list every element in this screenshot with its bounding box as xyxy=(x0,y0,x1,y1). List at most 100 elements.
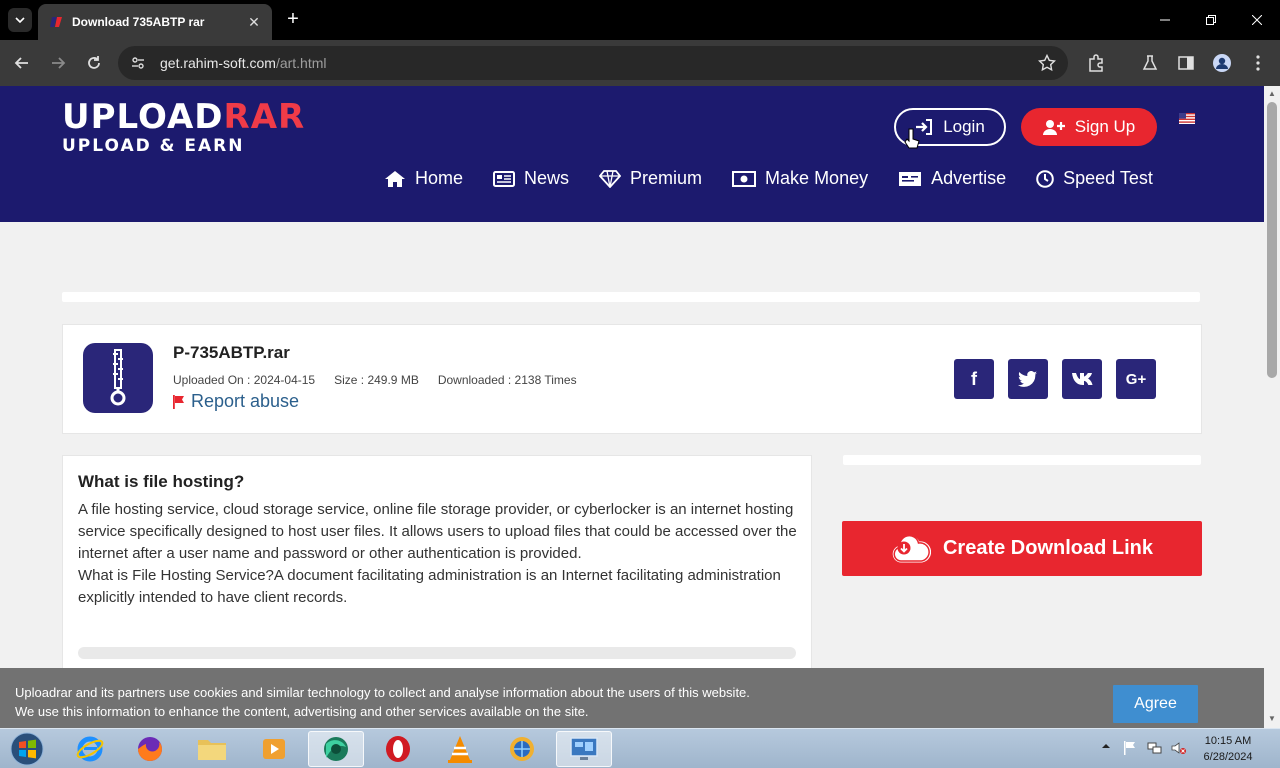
file-size: Size : 249.9 MB xyxy=(334,373,419,387)
share-google-plus-button[interactable]: G+ xyxy=(1116,359,1156,399)
show-hidden-icons-icon[interactable] xyxy=(1101,741,1111,751)
user-plus-icon xyxy=(1042,120,1065,135)
nav-premium[interactable]: Premium xyxy=(599,168,702,189)
page-viewport: UPLOADRAR UPLOAD & EARN Login Sign Up Ho… xyxy=(0,86,1264,728)
upload-date: Uploaded On : 2024-04-15 xyxy=(173,373,316,387)
taskbar-media-player[interactable] xyxy=(246,731,302,767)
scrollbar-thumb[interactable] xyxy=(1267,102,1277,378)
restore-button[interactable] xyxy=(1188,0,1234,40)
share-vk-button[interactable] xyxy=(1062,359,1102,399)
browser-tab-bar: Download 735ABTP rar ✕ + xyxy=(0,0,1280,40)
nav-advertise-label: Advertise xyxy=(931,168,1007,188)
folder-icon xyxy=(198,740,226,760)
labs-button[interactable] xyxy=(1138,51,1162,75)
url-text: get.rahim-soft.com/art.html xyxy=(160,55,327,71)
firefox-icon xyxy=(138,737,162,761)
site-favicon-icon xyxy=(50,17,62,27)
nav-home[interactable]: Home xyxy=(384,168,463,189)
back-button[interactable] xyxy=(10,51,34,75)
logo-wordmark: UPLOADRAR xyxy=(62,97,306,137)
globe-gear-icon xyxy=(510,737,534,761)
bookmark-star-icon[interactable] xyxy=(1038,54,1056,72)
clock-time: 10:15 AM xyxy=(1204,735,1252,747)
url-path: /art.html xyxy=(275,55,327,71)
logo-tagline: UPLOAD & EARN xyxy=(62,136,245,156)
newspaper-icon xyxy=(493,170,516,187)
scroll-down-icon[interactable]: ▼ xyxy=(1267,714,1277,724)
arrow-right-icon xyxy=(52,57,66,69)
close-icon xyxy=(1252,15,1262,25)
signup-button[interactable]: Sign Up xyxy=(1021,108,1157,146)
nav-premium-label: Premium xyxy=(630,168,703,188)
archive-file-icon xyxy=(83,343,153,413)
id-card-icon xyxy=(899,171,922,186)
taskbar-chrome-active[interactable] xyxy=(308,731,364,767)
flask-icon xyxy=(1142,55,1158,70)
nav-make-money[interactable]: Make Money xyxy=(732,168,868,189)
profile-button[interactable] xyxy=(1210,51,1234,75)
site-info-icon[interactable] xyxy=(130,55,146,71)
reload-button[interactable] xyxy=(82,51,106,75)
address-bar[interactable]: get.rahim-soft.com/art.html xyxy=(118,46,1068,80)
puzzle-icon xyxy=(1089,54,1103,72)
window-controls xyxy=(1142,0,1280,40)
taskbar-file-explorer[interactable] xyxy=(184,731,240,767)
share-facebook-button[interactable]: f xyxy=(954,359,994,399)
diamond-icon xyxy=(599,169,622,188)
taskbar-internet-explorer[interactable] xyxy=(62,731,118,767)
cloud-download-icon xyxy=(892,534,931,562)
browser-menu-button[interactable] xyxy=(1246,51,1270,75)
minimize-button[interactable] xyxy=(1142,0,1188,40)
taskbar-firefox[interactable] xyxy=(122,731,178,767)
media-player-icon xyxy=(263,739,285,759)
nav-news[interactable]: News xyxy=(493,168,569,189)
side-panel-button[interactable] xyxy=(1174,51,1198,75)
volume-muted-icon[interactable] xyxy=(1171,741,1187,755)
scroll-up-icon[interactable]: ▲ xyxy=(1267,89,1277,99)
forward-button[interactable] xyxy=(46,51,70,75)
main-navigation: Home News Premium Make Money Advertise S… xyxy=(384,168,1183,189)
tab-title: Download 735ABTP rar xyxy=(72,15,205,29)
report-abuse-link[interactable]: Report abuse xyxy=(173,391,299,412)
home-icon xyxy=(385,170,405,187)
new-tab-button[interactable]: + xyxy=(282,8,304,30)
taskbar-clock[interactable]: 10:15 AM 6/28/2024 xyxy=(1196,733,1260,765)
article-body: A file hosting service, cloud storage se… xyxy=(78,499,798,609)
chevron-down-icon xyxy=(15,17,25,23)
nav-advertise[interactable]: Advertise xyxy=(898,168,1006,189)
cookie-line-2: We use this information to enhance the c… xyxy=(15,704,589,719)
monitor-icon xyxy=(570,737,598,760)
share-twitter-button[interactable] xyxy=(1008,359,1048,399)
taskbar-app-globe[interactable] xyxy=(494,731,550,767)
loading-bar xyxy=(78,647,796,659)
nav-news-label: News xyxy=(524,168,570,188)
start-button[interactable] xyxy=(8,731,46,767)
windows-start-icon xyxy=(10,732,44,766)
close-window-button[interactable] xyxy=(1234,0,1280,40)
tab-search-button[interactable] xyxy=(8,8,32,32)
vk-icon xyxy=(1072,373,1093,385)
reload-icon xyxy=(88,56,100,69)
opera-icon xyxy=(386,736,410,762)
facebook-icon: f xyxy=(971,368,977,389)
page-scrollbar[interactable]: ▲ ▼ xyxy=(1264,86,1280,728)
site-logo[interactable]: UPLOADRAR UPLOAD & EARN xyxy=(62,100,305,156)
file-meta: Uploaded On : 2024-04-15 Size : 249.9 MB… xyxy=(173,373,596,387)
tab-close-icon[interactable]: ✕ xyxy=(246,14,262,31)
nav-speed-test[interactable]: Speed Test xyxy=(1036,168,1153,189)
action-center-flag-icon[interactable] xyxy=(1123,741,1137,755)
download-count: Downloaded : 2138 Times xyxy=(437,373,577,387)
network-icon[interactable] xyxy=(1147,741,1163,755)
money-icon xyxy=(732,170,757,187)
cookie-agree-button[interactable]: Agree xyxy=(1113,685,1198,723)
create-download-link-button[interactable]: Create Download Link xyxy=(842,521,1202,576)
us-flag-icon[interactable] xyxy=(1179,113,1195,124)
taskbar-control-panel[interactable] xyxy=(556,731,612,767)
file-name: P-735ABTP.rar xyxy=(173,343,290,362)
site-header: UPLOADRAR UPLOAD & EARN Login Sign Up Ho… xyxy=(0,86,1264,222)
taskbar-opera[interactable] xyxy=(370,731,426,767)
profile-avatar-icon xyxy=(1213,54,1231,72)
browser-tab[interactable]: Download 735ABTP rar ✕ xyxy=(38,4,272,40)
taskbar-vlc[interactable] xyxy=(432,731,488,767)
extensions-button[interactable] xyxy=(1084,51,1108,75)
